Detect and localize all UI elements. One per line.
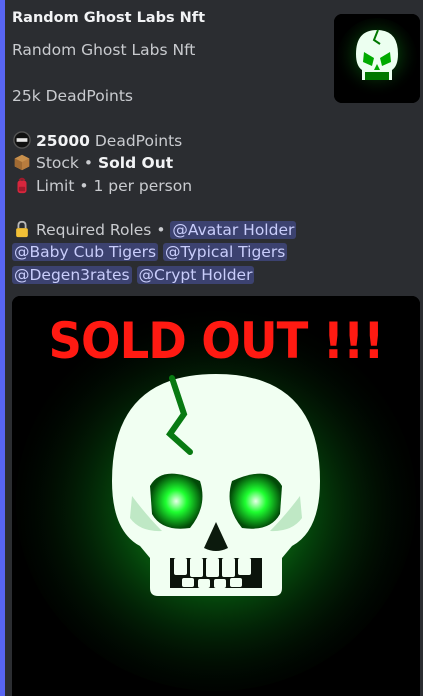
limit-row: Limit • 1 per person — [12, 176, 192, 195]
package-icon — [14, 154, 30, 171]
limit-sep: • — [79, 177, 89, 195]
embed-title: Random Ghost Labs Nft — [12, 41, 196, 59]
embed-author: Random Ghost Labs Nft — [12, 10, 206, 26]
stock-value: Sold Out — [97, 154, 174, 172]
embed-image[interactable]: SOLD OUT !!! — [12, 296, 420, 696]
embed-accent-bar — [0, 0, 5, 696]
roles-sep: • — [156, 221, 166, 239]
roles-row-3: @Degen3rates @Crypt Holder — [12, 266, 255, 284]
stock-sep: • — [83, 154, 93, 172]
dvp-coin-icon — [13, 131, 31, 149]
skull-thumbnail-icon — [334, 14, 420, 103]
bot-embed: Random Ghost Labs Nft Random Ghost Labs … — [0, 0, 423, 696]
price-unit: DeadPoints — [94, 132, 183, 150]
price-amount: 25000 — [36, 132, 90, 150]
role-mention-crypt-holder[interactable]: @Crypt Holder — [136, 266, 255, 284]
roles-row-2: @Baby Cub Tigers @Typical Tigers — [12, 243, 288, 261]
embed-thumbnail[interactable] — [334, 14, 420, 103]
stock-label: Stock — [36, 154, 79, 172]
limit-label: Limit — [36, 177, 75, 195]
role-mention-degen3rates[interactable]: @Degen3rates — [12, 266, 132, 284]
role-mention-typical-tigers[interactable]: @Typical Tigers — [163, 243, 288, 261]
price-row: 25000 DeadPoints — [12, 131, 182, 150]
limit-value: 1 per person — [93, 177, 193, 195]
role-mention-baby-cub-tigers[interactable]: @Baby Cub Tigers — [12, 243, 159, 261]
backpack-icon — [17, 177, 27, 194]
sold-out-overlay: SOLD OUT !!! — [48, 312, 384, 370]
roles-label: Required Roles — [36, 221, 152, 239]
stock-row: Stock • Sold Out — [12, 153, 173, 172]
roles-row: Required Roles • @Avatar Holder — [12, 220, 297, 239]
price-summary: 25k DeadPoints — [12, 87, 133, 105]
role-mention-avatar-holder[interactable]: @Avatar Holder — [170, 221, 297, 239]
lock-icon — [16, 220, 28, 238]
